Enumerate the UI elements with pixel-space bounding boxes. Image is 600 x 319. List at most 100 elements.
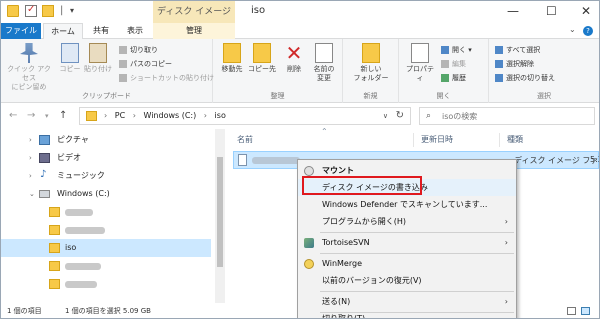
breadcrumb-pc[interactable]: PC: [115, 111, 125, 120]
tab-file[interactable]: ファイル: [1, 23, 41, 39]
nav-item-folder[interactable]: [1, 257, 211, 275]
column-divider[interactable]: [499, 133, 500, 147]
search-box[interactable]: ⌕ isoの検索: [419, 107, 595, 125]
nav-item-music[interactable]: › ♪ ミュージック: [1, 167, 211, 185]
refresh-icon[interactable]: ↻: [396, 110, 404, 121]
breadcrumb-chevron-icon[interactable]: ›: [133, 111, 136, 120]
edit-button[interactable]: 編集: [441, 59, 466, 70]
scrollbar-thumb[interactable]: [217, 157, 223, 267]
close-button[interactable]: ✕: [581, 4, 591, 18]
open-label: 開く: [452, 46, 466, 54]
menu-item-winmerge[interactable]: WinMerge: [298, 255, 516, 272]
menu-item-open-with[interactable]: プログラムから開く(H) ›: [298, 213, 516, 230]
details-view-icon[interactable]: [567, 307, 576, 315]
menu-item-tortoisesvn[interactable]: TortoiseSVN ›: [298, 234, 516, 251]
paste-button[interactable]: 貼り付け: [83, 43, 113, 74]
copy-path-button[interactable]: パスのコピー: [119, 59, 172, 70]
delete-button[interactable]: ✕ 削除: [279, 43, 309, 74]
menu-item-cut[interactable]: 切り取り(T): [298, 310, 516, 318]
column-header-name[interactable]: 名前: [237, 129, 253, 151]
column-divider[interactable]: [413, 133, 414, 147]
copy-button[interactable]: コピー: [55, 43, 85, 74]
folder-icon: [49, 207, 60, 217]
large-icons-view-icon[interactable]: [581, 307, 590, 315]
delete-x-icon: ✕: [285, 41, 303, 65]
menu-separator: [320, 253, 514, 254]
copyto-label: コピー先: [248, 65, 276, 73]
forward-arrow-icon[interactable]: →: [27, 110, 35, 121]
nav-item-drive-c[interactable]: ⌄ Windows (C:): [1, 185, 211, 203]
open-button[interactable]: 開く ▾: [441, 45, 472, 56]
up-arrow-icon[interactable]: ↑: [59, 110, 67, 121]
recent-locations-chevron-icon[interactable]: ▾: [45, 112, 49, 120]
menu-item-defender-scan[interactable]: Windows Defender でスキャンしています...: [298, 196, 516, 213]
move-label: 移動先: [221, 65, 243, 73]
quick-access-separator: |: [60, 5, 64, 16]
back-arrow-icon[interactable]: ←: [9, 110, 17, 121]
maximize-button[interactable]: ☐: [546, 4, 557, 18]
minimize-button[interactable]: —: [507, 4, 519, 18]
search-icon: ⌕: [426, 111, 432, 121]
folder-icon[interactable]: [7, 5, 19, 17]
pictures-icon: [39, 135, 50, 145]
ribbon-group-organize: 移動先 コピー先 ✕ 削除 名前の 変更 整理: [213, 39, 343, 103]
blurred-folder-name: [65, 227, 105, 234]
open-icon: [441, 46, 449, 54]
nav-item-iso[interactable]: iso: [1, 239, 211, 257]
move-to-button[interactable]: 移動先: [217, 43, 247, 74]
invert-selection-button[interactable]: 選択の切り替え: [495, 73, 555, 84]
expand-chevron-icon[interactable]: ›: [29, 149, 32, 167]
column-header-date[interactable]: 更新日時: [421, 129, 453, 151]
menu-item-send-to[interactable]: 送る(N) ›: [298, 293, 516, 310]
quick-access-dropdown-icon[interactable]: ▾: [70, 6, 74, 15]
expand-chevron-icon[interactable]: ›: [29, 167, 32, 185]
tab-manage[interactable]: 管理: [153, 23, 235, 39]
rename-button[interactable]: 名前の 変更: [309, 43, 339, 83]
nav-item-folder[interactable]: [1, 275, 211, 293]
tab-home[interactable]: ホーム: [43, 23, 83, 40]
rename-icon: [315, 43, 333, 63]
nav-item-folder[interactable]: [1, 203, 211, 221]
expand-chevron-icon[interactable]: ›: [29, 131, 32, 149]
address-bar[interactable]: › PC › Windows (C:) › iso ∨ ↻: [79, 107, 411, 125]
paste-shortcut-button[interactable]: ショートカットの貼り付け: [119, 73, 214, 84]
collapse-chevron-icon[interactable]: ⌄: [29, 185, 35, 203]
history-label: 履歴: [452, 74, 466, 82]
nav-scrollbar[interactable]: [215, 129, 225, 303]
breadcrumb-drive[interactable]: Windows (C:): [143, 111, 196, 120]
help-icon[interactable]: ?: [583, 26, 593, 36]
newfolder-label: 新しい フォルダー: [353, 65, 389, 82]
pin-icon: [20, 43, 38, 63]
navigation-pane: › ピクチャ › ビデオ › ♪ ミュージック ⌄ Windows (C:) i…: [1, 129, 225, 303]
history-button[interactable]: 履歴: [441, 73, 466, 84]
chevron-down-icon[interactable]: ⌄: [569, 25, 576, 34]
menu-item-restore-previous[interactable]: 以前のバージョンの復元(V): [298, 272, 516, 289]
properties-button[interactable]: プロパティ: [403, 43, 437, 83]
tab-share[interactable]: 共有: [87, 23, 115, 39]
new-folder-button[interactable]: 新しい フォルダー: [351, 43, 391, 83]
breadcrumb-iso[interactable]: iso: [215, 111, 226, 120]
cut-button[interactable]: 切り取り: [119, 45, 158, 56]
column-header-type[interactable]: 種類: [507, 129, 523, 151]
drive-icon: [39, 190, 50, 198]
nav-item-folder[interactable]: [1, 221, 211, 239]
nav-item-pictures[interactable]: › ピクチャ: [1, 131, 211, 149]
cut-label: 切り取り: [130, 46, 158, 54]
address-dropdown-icon[interactable]: ∨: [383, 112, 388, 120]
pin-quick-access-button[interactable]: クイック アクセス にピン留め: [5, 43, 53, 92]
select-none-button[interactable]: 選択解除: [495, 59, 534, 70]
tab-view[interactable]: 表示: [119, 23, 151, 39]
breadcrumb-chevron-icon[interactable]: ›: [204, 111, 207, 120]
new-folder-icon[interactable]: [42, 5, 54, 17]
breadcrumb-chevron-icon[interactable]: ›: [104, 111, 107, 120]
nav-item-videos[interactable]: › ビデオ: [1, 149, 211, 167]
properties-check-icon[interactable]: [25, 4, 37, 17]
copy-label: コピー: [59, 65, 81, 73]
group-label-clipboard: クリップボード: [82, 92, 131, 100]
file-size: 5.3: [590, 155, 599, 164]
blurred-folder-name: [65, 263, 101, 270]
paste-icon: [89, 43, 107, 63]
copy-to-button[interactable]: コピー先: [247, 43, 277, 74]
select-all-button[interactable]: すべて選択: [495, 45, 540, 56]
ribbon-group-select: すべて選択 選択解除 選択の切り替え 選択: [489, 39, 599, 103]
